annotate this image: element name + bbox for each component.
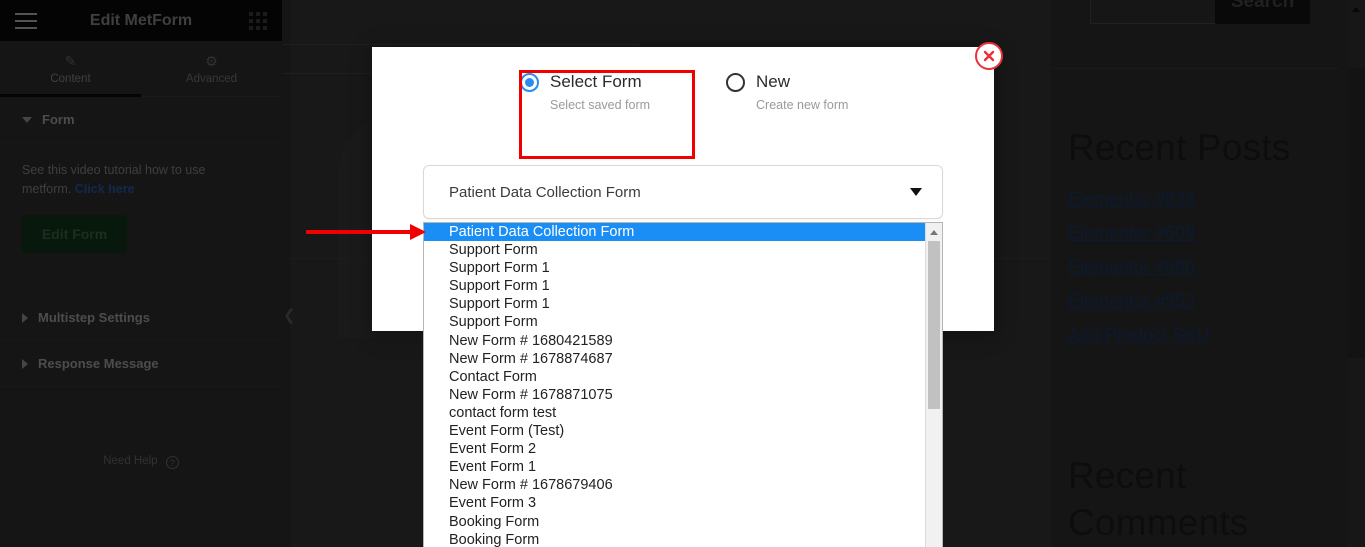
modal-close-button[interactable]	[975, 42, 1003, 70]
radio-select-form-label: Select Form	[550, 72, 642, 91]
dropdown-option[interactable]: Booking Form	[424, 531, 925, 547]
form-select-wrapper[interactable]: Patient Data Collection Form	[423, 165, 943, 219]
radio-option-new[interactable]: New Create new form	[726, 72, 898, 112]
dropdown-option[interactable]: Support Form 1	[424, 259, 925, 277]
form-source-radio-group: Select Form Select saved form New Create…	[520, 72, 898, 112]
grid-apps-icon[interactable]	[249, 11, 267, 30]
section-form-label: Form	[42, 112, 75, 127]
dropdown-option[interactable]: Support Form 1	[424, 295, 925, 313]
radio-selected-icon[interactable]	[520, 72, 539, 92]
panel-collapse-chevron-left-icon[interactable]: ❮	[283, 305, 296, 327]
section-form[interactable]: Form	[0, 97, 282, 143]
tab-content-label: Content	[50, 72, 91, 85]
caret-right-icon	[22, 312, 28, 323]
radio-new-label: New	[756, 72, 791, 91]
section-multistep-label: Multistep Settings	[38, 310, 150, 325]
sidebar-widget-divider	[1050, 68, 1340, 69]
tutorial-click-here-link[interactable]: Click here	[75, 182, 135, 196]
site-search-button[interactable]: Search	[1215, 0, 1310, 24]
panel-tab-bar: ✎ Content ⚙ Advanced	[0, 41, 282, 97]
edit-form-button[interactable]: Edit Form	[22, 215, 127, 253]
panel-header: Edit MetForm	[0, 0, 282, 41]
recent-post-link[interactable]: Add Product SKU	[1068, 325, 1209, 346]
need-help-label: Need Help	[103, 455, 158, 467]
form-select-dropdown[interactable]: Patient Data Collection Form Support Form…	[423, 222, 943, 547]
elementor-panel: Edit MetForm ✎ Content ⚙ Advanced Form S…	[0, 0, 282, 547]
tab-advanced[interactable]: ⚙ Advanced	[141, 41, 282, 96]
radio-option-select-form[interactable]: Select Form Select saved form	[520, 72, 692, 112]
tab-advanced-label: Advanced	[185, 72, 238, 85]
dropdown-option[interactable]: Contact Form	[424, 368, 925, 386]
dropdown-scrollbar[interactable]	[925, 223, 942, 547]
dropdown-option[interactable]: Support Form	[424, 313, 925, 331]
question-mark-icon: ?	[165, 456, 179, 469]
tutorial-text: See this video tutorial how to use metfo…	[0, 143, 240, 199]
pencil-icon: ✎	[64, 52, 77, 69]
annotation-arrow-icon	[306, 224, 426, 240]
dropdown-option[interactable]: Booking Form	[424, 513, 925, 531]
recent-post-link[interactable]: Elementor #609	[1068, 223, 1195, 244]
form-select-value: Patient Data Collection Form	[449, 183, 641, 201]
dropdown-scrollbar-thumb[interactable]	[928, 241, 940, 409]
scroll-up-arrow-icon[interactable]	[1348, 0, 1365, 17]
dropdown-option[interactable]: Event Form 3	[424, 494, 925, 512]
close-x-icon	[983, 50, 995, 62]
section-multistep-settings[interactable]: Multistep Settings	[0, 295, 282, 341]
panel-title: Edit MetForm	[89, 11, 193, 29]
chevron-down-icon[interactable]	[910, 188, 922, 196]
recent-comments-heading: Recent Comments	[1068, 455, 1249, 543]
form-select-option-list[interactable]: Patient Data Collection Form Support Form…	[424, 223, 925, 547]
dropdown-option[interactable]: New Form # 1678874687	[424, 350, 925, 368]
dropdown-option[interactable]: New Form # 1680421589	[424, 332, 925, 350]
dropdown-option[interactable]: Event Form 2	[424, 440, 925, 458]
dropdown-option[interactable]: Support Form	[424, 241, 925, 259]
scroll-up-arrow-icon[interactable]	[926, 223, 942, 240]
tab-content[interactable]: ✎ Content	[0, 41, 141, 97]
dropdown-option[interactable]: Event Form 1	[424, 458, 925, 476]
radio-unselected-icon[interactable]	[726, 72, 745, 92]
need-help[interactable]: Need Help ?	[0, 455, 282, 469]
dropdown-option[interactable]: Patient Data Collection Form	[424, 223, 925, 242]
gear-icon: ⚙	[205, 52, 218, 69]
dropdown-option[interactable]: contact form test	[424, 404, 925, 422]
panel-spacer	[0, 253, 282, 295]
dropdown-option[interactable]: Event Form (Test)	[424, 422, 925, 440]
radio-select-form-sub: Select saved form	[550, 98, 651, 112]
caret-down-icon	[22, 116, 32, 123]
app-root: No co Search Recent Posts Elementor #633…	[0, 0, 1365, 547]
form-select-box[interactable]: Patient Data Collection Form	[423, 165, 943, 219]
hamburger-icon[interactable]	[15, 12, 37, 29]
dropdown-option[interactable]: New Form # 1678679406	[424, 476, 925, 494]
recent-post-link[interactable]: Elementor #552	[1068, 291, 1195, 312]
page-scrollbar[interactable]	[1348, 0, 1365, 547]
radio-new-sub: Create new form	[756, 98, 849, 112]
recent-post-link[interactable]: Elementor #633	[1068, 189, 1195, 210]
page-scrollbar-thumb[interactable]	[1348, 68, 1365, 358]
section-response-label: Response Message	[38, 356, 159, 371]
recent-post-link[interactable]: Elementor #590	[1068, 257, 1195, 278]
dropdown-option[interactable]: Support Form 1	[424, 277, 925, 295]
recent-posts-heading: Recent Posts	[1068, 127, 1291, 168]
dropdown-option[interactable]: New Form # 1678871075	[424, 386, 925, 404]
section-response-message[interactable]: Response Message	[0, 341, 282, 387]
caret-right-icon	[22, 358, 28, 369]
